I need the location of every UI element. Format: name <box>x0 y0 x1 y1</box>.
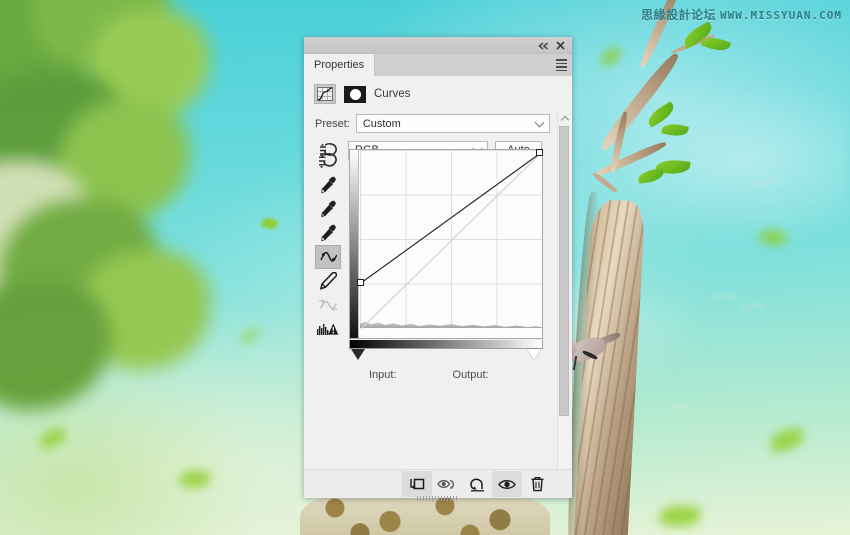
twig <box>591 171 619 194</box>
panel-resize-grip[interactable] <box>417 496 459 501</box>
smooth-curve-values-tool[interactable] <box>315 293 341 317</box>
curve-control-point-black[interactable] <box>357 279 364 286</box>
black-input-slider[interactable] <box>351 349 365 360</box>
panel-footer-toolbar <box>304 469 572 501</box>
flying-bird <box>668 403 695 416</box>
collapse-panel-icon[interactable] <box>536 39 550 52</box>
toggle-previous-state-button[interactable] <box>432 471 462 497</box>
curve-grid[interactable] <box>349 149 543 339</box>
preset-label: Preset: <box>315 117 350 130</box>
output-label: Output: <box>452 369 489 381</box>
flying-bird <box>739 303 766 316</box>
leaf <box>661 121 689 139</box>
delete-adjustment-button[interactable] <box>522 471 552 497</box>
curves-tool-rail <box>315 149 341 341</box>
preset-row: Preset: Custom <box>304 110 572 133</box>
reset-adjustment-button[interactable] <box>462 471 492 497</box>
tab-strip-filler <box>375 54 550 76</box>
leaf <box>637 168 665 184</box>
panel-title-bar <box>304 37 572 54</box>
watermark-url-text: WWW.MISSYUAN.COM <box>720 9 842 22</box>
tree-branch-photo <box>560 0 850 535</box>
blurred-foliage <box>0 0 270 410</box>
close-icon[interactable] <box>553 39 567 52</box>
adjustment-title: Curves <box>374 88 411 100</box>
input-gradient-bar <box>349 340 543 349</box>
pencil-draw-curve-tool[interactable] <box>315 269 341 293</box>
baseline-diagonal <box>360 151 543 330</box>
gray-point-eyedropper[interactable] <box>315 197 341 221</box>
adjustment-curve <box>360 151 543 284</box>
curves-adjustment-icon[interactable] <box>314 84 336 104</box>
output-readout: Output: <box>453 369 519 381</box>
watermark: 思緣設計论坛 WWW.MISSYUAN.COM <box>641 6 842 23</box>
white-input-slider[interactable] <box>527 349 541 360</box>
preset-dropdown[interactable]: Custom <box>355 114 550 133</box>
chevron-down-icon <box>534 117 545 127</box>
curve-control-point-white[interactable] <box>536 149 543 156</box>
output-value <box>493 369 519 381</box>
on-image-adjustment-tool[interactable] <box>315 149 341 173</box>
watermark-cn-text: 思緣設計论坛 <box>641 8 717 22</box>
input-level-sliders <box>349 349 543 363</box>
white-point-eyedropper[interactable] <box>315 221 341 245</box>
panel-body: Curves Preset: Custom Input: Output: <box>304 76 572 501</box>
flying-bird <box>712 294 739 305</box>
hamburger-icon <box>555 57 567 73</box>
panel-menu-icon[interactable] <box>550 54 572 76</box>
input-value <box>401 369 427 381</box>
tab-properties-label: Properties <box>314 59 365 71</box>
histogram-clipping-warning-icon[interactable] <box>315 317 341 341</box>
input-readout: Input: <box>369 369 427 381</box>
scrollbar-thumb[interactable] <box>559 126 569 416</box>
mask-shape <box>349 88 361 100</box>
panel-tab-strip: Properties <box>304 54 572 76</box>
flying-bird <box>756 179 783 191</box>
edit-points-curve-tool[interactable] <box>315 245 341 269</box>
black-point-eyedropper[interactable] <box>315 173 341 197</box>
chevron-up-icon <box>560 115 569 124</box>
properties-panel: Properties Curves Preset: Custom Input: … <box>304 37 572 501</box>
curves-editor: Input: Output: <box>349 149 543 381</box>
input-label: Input: <box>369 369 397 381</box>
tab-properties[interactable]: Properties <box>304 54 376 76</box>
panel-vertical-scrollbar[interactable] <box>557 112 570 496</box>
curve-lines <box>360 151 543 330</box>
scroll-up-icon[interactable] <box>558 112 571 125</box>
clip-to-layer-button[interactable] <box>402 471 432 497</box>
preset-value: Custom <box>362 117 401 130</box>
panel-content-area: Preset: Custom Input: Output: <box>304 110 572 460</box>
input-output-readout: Input: Output: <box>349 369 543 381</box>
screenshot-root: 思緣設計论坛 WWW.MISSYUAN.COM Properties Curve… <box>0 0 850 535</box>
adjustment-header: Curves <box>304 76 572 110</box>
layer-mask-thumbnail[interactable] <box>344 85 366 103</box>
toggle-layer-visibility-button[interactable] <box>492 471 522 497</box>
